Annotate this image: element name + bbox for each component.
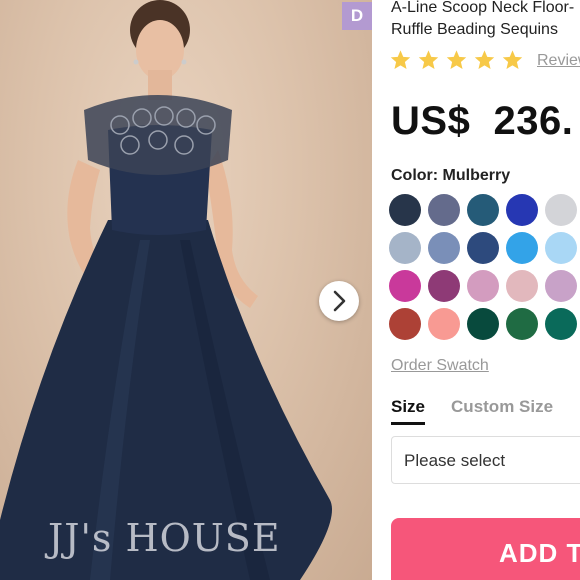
product-title-line-2: Ruffle Beading Sequins (391, 21, 558, 38)
next-image-button[interactable] (319, 281, 359, 321)
star-icon (474, 50, 495, 69)
color-swatch[interactable] (389, 270, 421, 302)
chevron-right-icon (333, 290, 346, 312)
star-icon (390, 50, 411, 69)
color-swatch[interactable] (545, 270, 577, 302)
product-photo: JJ's HOUSE D (0, 0, 372, 580)
color-swatch[interactable] (545, 232, 577, 264)
product-price: US$ 236. (391, 99, 574, 143)
color-swatch[interactable] (467, 308, 499, 340)
size-tabs: Size Custom Size (391, 397, 553, 425)
product-info-panel: A-Line Scoop Neck Floor- Ruffle Beading … (372, 0, 580, 580)
star-icon (502, 50, 523, 69)
product-title: A-Line Scoop Neck Floor- Ruffle Beading … (391, 0, 580, 41)
color-swatch[interactable] (506, 194, 538, 226)
color-swatch[interactable] (506, 270, 538, 302)
add-to-cart-button[interactable]: ADD T (391, 518, 580, 580)
color-swatch[interactable] (545, 308, 577, 340)
dress-model-image (0, 0, 332, 580)
color-swatch[interactable] (506, 308, 538, 340)
color-swatch[interactable] (389, 308, 421, 340)
color-swatch[interactable] (467, 194, 499, 226)
size-select[interactable]: Please select (391, 436, 580, 484)
color-swatch[interactable] (389, 194, 421, 226)
color-label: Color: Mulberry (391, 167, 511, 184)
reviews-link[interactable]: Review (537, 52, 580, 70)
color-swatch[interactable] (389, 232, 421, 264)
order-swatch-link[interactable]: Order Swatch (391, 357, 489, 375)
product-title-line-1: A-Line Scoop Neck Floor- (391, 0, 575, 16)
badge-d: D (342, 2, 372, 30)
color-swatch[interactable] (506, 232, 538, 264)
color-swatch[interactable] (545, 194, 577, 226)
tab-size[interactable]: Size (391, 397, 426, 425)
star-icon (446, 50, 467, 69)
color-swatch[interactable] (428, 194, 460, 226)
color-swatch[interactable] (467, 232, 499, 264)
color-swatch[interactable] (428, 308, 460, 340)
brand-watermark: JJ's HOUSE (48, 516, 281, 560)
tab-custom-size[interactable]: Custom Size (451, 397, 553, 425)
color-swatch[interactable] (428, 232, 460, 264)
color-swatch[interactable] (428, 270, 460, 302)
color-swatch[interactable] (467, 270, 499, 302)
star-icon (418, 50, 439, 69)
rating-stars (389, 49, 524, 71)
